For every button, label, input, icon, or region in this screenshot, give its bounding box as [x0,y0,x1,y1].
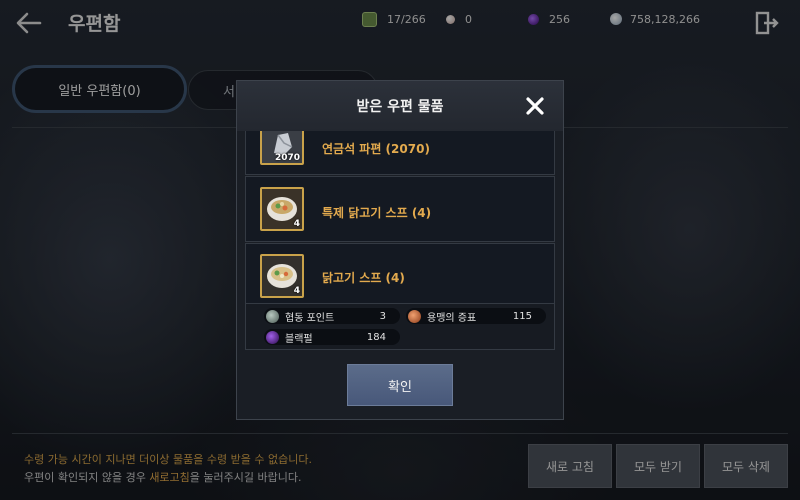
soup-bowl-icon: 4 [260,187,304,231]
valor-token-icon [408,309,421,323]
item-name: 특제 닭고기 스프 (4) [322,206,432,220]
received-items-modal: 받은 우편 물품 2070 연금석 파편 (2070) 4 특제 닭고기 스프 … [236,80,564,420]
black-pearl-icon [266,330,279,344]
soup-bowl-icon: 4 [260,254,304,298]
modal-header: 받은 우편 물품 [237,81,563,131]
reward-valor-token: 용맹의 증표 115 [406,308,546,324]
cooperation-point-icon [266,309,279,323]
modal-title: 받은 우편 물품 [356,99,444,115]
confirm-button[interactable]: 확인 [347,364,453,406]
reward-summary: 협동 포인트 3 용맹의 증표 115 블랙펄 184 [245,303,555,350]
reward-black-pearl: 블랙펄 184 [264,329,400,345]
item-name: 닭고기 스프 (4) [322,271,405,285]
item-quantity: 4 [293,219,300,229]
close-icon[interactable] [524,95,546,117]
item-quantity: 4 [293,286,300,296]
list-item: 4 특제 닭고기 스프 (4) [245,176,555,242]
alchemy-stone-shard-icon: 2070 [260,131,304,165]
item-name: 연금석 파편 (2070) [322,142,430,156]
reward-cooperation-point: 협동 포인트 3 [264,308,400,324]
item-quantity: 2070 [274,153,300,163]
list-item: 2070 연금석 파편 (2070) [245,131,555,175]
list-item: 4 닭고기 스프 (4) [245,243,555,309]
